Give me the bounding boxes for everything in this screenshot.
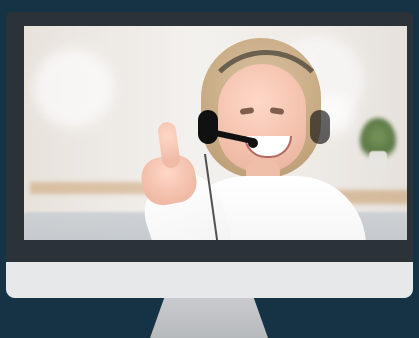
background-bokeh: [34, 48, 114, 128]
headset-microphone-tip: [248, 138, 258, 148]
headset-earcup-left: [198, 110, 218, 144]
background-plant-pot: [369, 151, 387, 169]
monitor: [6, 12, 413, 298]
monitor-chin: [6, 262, 413, 298]
monitor-stand: [150, 298, 268, 338]
headset-earcup-right: [310, 110, 330, 144]
monitor-screen: [24, 26, 407, 240]
scene: [0, 0, 419, 338]
monitor-bezel: [6, 12, 413, 262]
person: [106, 38, 366, 240]
